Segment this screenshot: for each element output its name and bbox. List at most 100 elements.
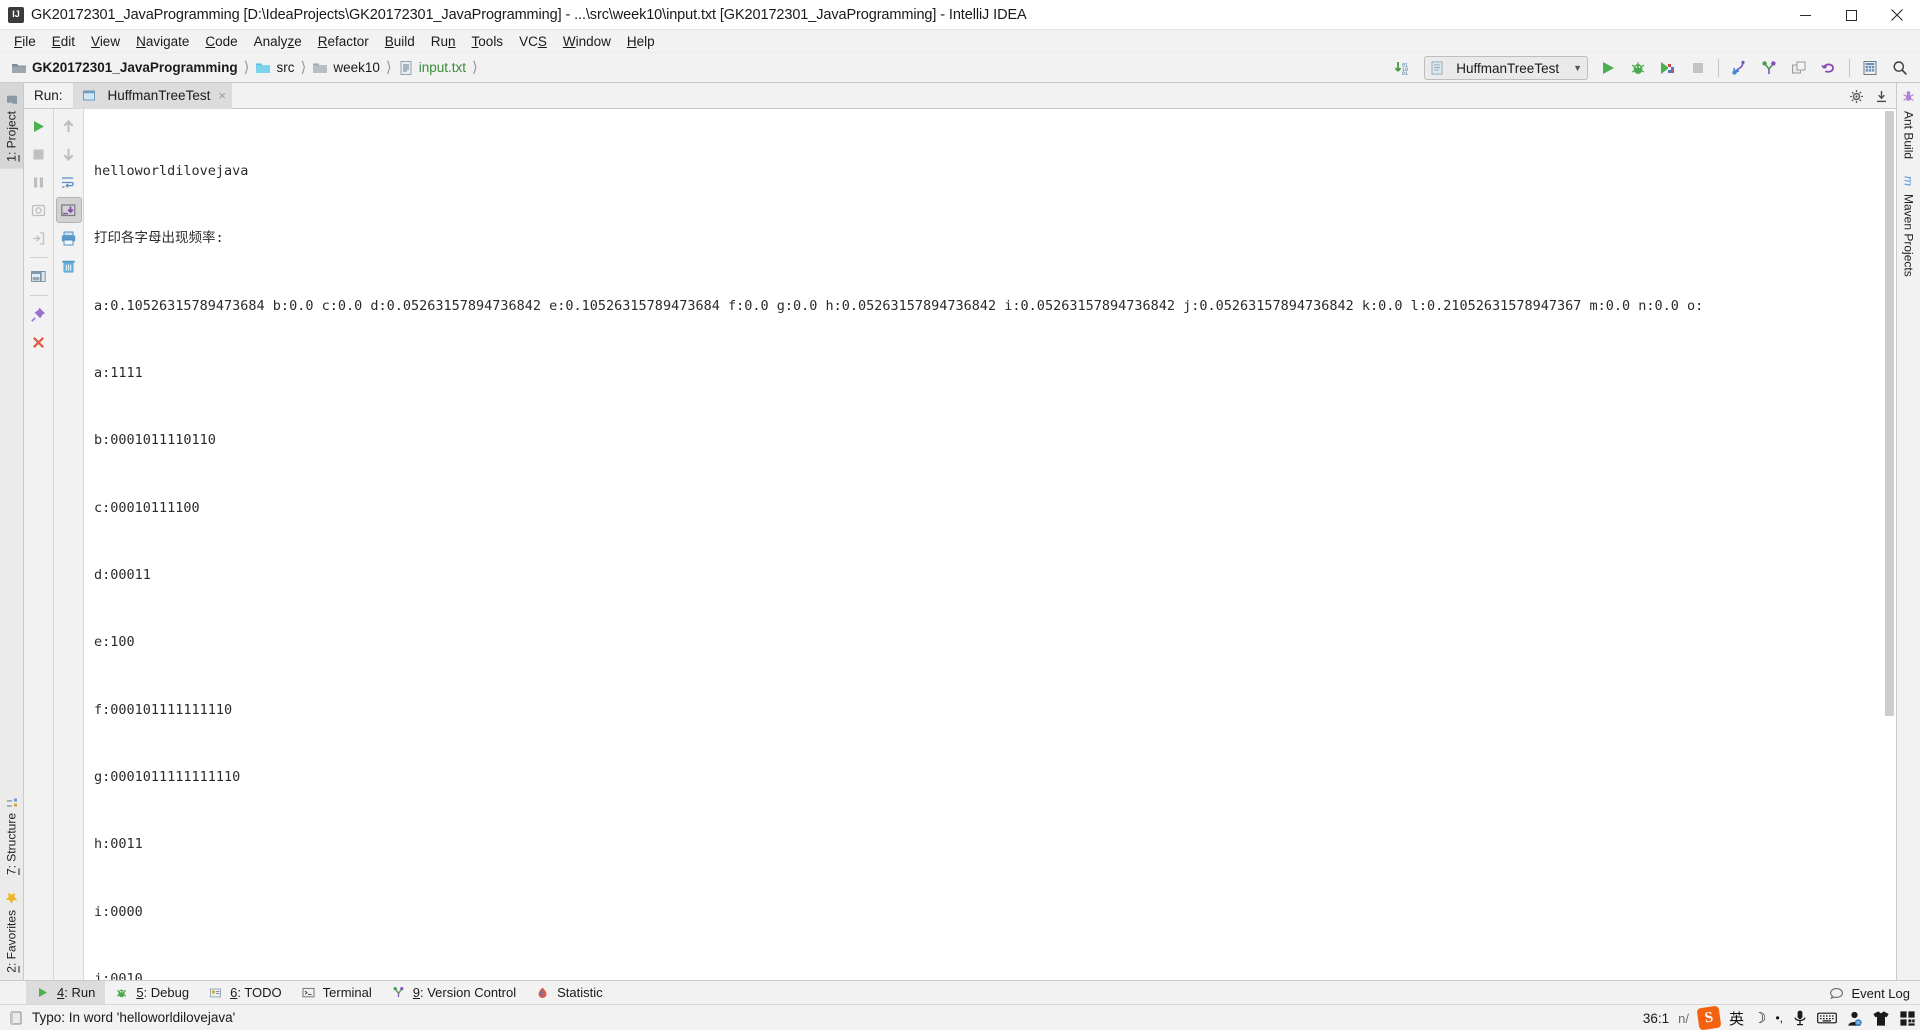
right-tool-strip: Ant Build m Maven Projects — [1896, 83, 1920, 980]
debug-button[interactable] — [1624, 55, 1652, 81]
tool-strip-label: 1: Project — [4, 111, 19, 162]
menu-refactor[interactable]: Refactor — [310, 32, 377, 51]
stop-button[interactable] — [1684, 55, 1712, 81]
menu-view[interactable]: View — [83, 32, 128, 51]
sogou-ime-icon[interactable]: S — [1696, 1005, 1722, 1030]
intellij-window: IJ GK20172301_JavaProgramming [D:\IdeaPr… — [0, 0, 1920, 1030]
breadcrumb-label: src — [276, 60, 295, 75]
menu-navigate[interactable]: Navigate — [128, 32, 197, 51]
rerun-button[interactable] — [26, 113, 52, 139]
bottom-tab-version-control[interactable]: 9: Version Control — [382, 981, 526, 1004]
update-project-vcs-button[interactable] — [1725, 55, 1753, 81]
menu-tools[interactable]: Tools — [464, 32, 512, 51]
bottom-tab-run[interactable]: 4: Run — [26, 981, 106, 1004]
run-button[interactable] — [1594, 55, 1622, 81]
exit-button[interactable] — [26, 225, 52, 251]
ime-punctuation-icon[interactable]: •, — [1775, 1011, 1783, 1025]
up-stacktrace-button[interactable] — [56, 113, 82, 139]
stop-button[interactable] — [26, 141, 52, 167]
ime-skin-icon[interactable] — [1872, 1010, 1890, 1027]
svg-text:01: 01 — [1402, 71, 1408, 77]
ime-moon-icon[interactable]: ☽ — [1753, 1009, 1766, 1027]
commit-button[interactable] — [1755, 55, 1783, 81]
event-log-icon — [1829, 986, 1845, 1001]
run-with-coverage-button[interactable] — [1654, 55, 1682, 81]
soft-wrap-button[interactable] — [56, 169, 82, 195]
bottom-tab-label: Statistic — [557, 985, 603, 1000]
bottom-tab-debug[interactable]: 5: Debug — [105, 981, 199, 1004]
scroll-to-end-button[interactable] — [55, 197, 82, 223]
menu-edit[interactable]: Edit — [44, 32, 83, 51]
bottom-tab-todo[interactable]: 6: TODO — [199, 981, 292, 1004]
menu-vcs[interactable]: VCS — [511, 32, 555, 51]
hide-window-icon[interactable] — [1870, 85, 1892, 107]
close-button[interactable] — [26, 329, 52, 355]
ime-toolbox-icon[interactable] — [1899, 1010, 1916, 1027]
clear-all-button[interactable] — [56, 253, 82, 279]
close-button[interactable] — [1874, 0, 1920, 30]
console-line: f:000101111111110 — [94, 701, 233, 718]
breadcrumb-item-project[interactable]: GK20172301_JavaProgramming — [8, 59, 241, 77]
bottom-tab-label: 6: TODO — [230, 985, 282, 1000]
rollback-button[interactable] — [1815, 55, 1843, 81]
pin-tab-button[interactable] — [26, 301, 52, 327]
settings-gear-icon[interactable] — [1845, 85, 1867, 107]
menu-run[interactable]: Run — [423, 32, 464, 51]
console-text: helloworldilovejava 打印各字母出现频率: a:0.10526… — [84, 109, 1896, 980]
menu-build[interactable]: Build — [377, 32, 423, 51]
menu-file[interactable]: File — [6, 32, 44, 51]
restore-layout-button[interactable] — [26, 263, 52, 289]
dump-threads-button[interactable] — [26, 197, 52, 223]
minimize-button[interactable] — [1782, 0, 1828, 30]
breadcrumb-item-file[interactable]: input.txt — [395, 59, 469, 77]
settings-button[interactable] — [1856, 55, 1884, 81]
console-scrollbar[interactable] — [1883, 109, 1896, 980]
print-button[interactable] — [56, 225, 82, 251]
menu-window[interactable]: Window — [555, 32, 619, 51]
sidebar-item-structure[interactable]: 7: Structure — [0, 785, 23, 882]
encoding-label[interactable]: n/ — [1678, 1011, 1689, 1026]
project-icon — [11, 60, 27, 76]
pause-output-button[interactable] — [26, 169, 52, 195]
breadcrumb-item-src[interactable]: src — [252, 59, 297, 77]
bottom-tab-terminal[interactable]: Terminal — [292, 981, 382, 1004]
search-everywhere-button[interactable] — [1886, 55, 1914, 81]
toolbar-separator — [1849, 59, 1850, 77]
run-tool-window: Run: HuffmanTreeTest × helloworldiloveja… — [24, 82, 1896, 980]
run-actions-toolbar — [24, 109, 54, 980]
update-project-button[interactable]: 01 10 01 — [1388, 55, 1416, 81]
status-bar: Typo: In word 'helloworldilovejava' 36:1… — [0, 1004, 1920, 1030]
sidebar-item-ant-build[interactable]: Ant Build — [1897, 83, 1920, 166]
breadcrumb-separator: ⟩ — [300, 60, 307, 76]
menu-analyze[interactable]: Analyze — [246, 32, 310, 51]
caret-position[interactable]: 36:1 — [1643, 1011, 1669, 1026]
menu-code[interactable]: Code — [197, 32, 245, 51]
run-configuration-selector[interactable]: HuffmanTreeTest ▼ — [1424, 56, 1588, 80]
scrollbar-thumb[interactable] — [1885, 111, 1894, 716]
console-line: g:0001011111111110 — [94, 769, 241, 785]
status-bar-right: 36:1 n/ S 英 ☽ •, IE — [1643, 1005, 1916, 1030]
run-tab-huffmantreetest[interactable]: HuffmanTreeTest × — [72, 82, 232, 109]
breadcrumb-item-week10[interactable]: week10 — [309, 59, 383, 77]
sidebar-item-project[interactable]: 1: Project — [0, 83, 23, 169]
event-log-button[interactable]: Event Log — [1829, 981, 1910, 1005]
status-message: Typo: In word 'helloworldilovejava' — [32, 1010, 236, 1025]
ime-chinese-icon[interactable]: 英 — [1729, 1008, 1744, 1029]
maximize-button[interactable] — [1828, 0, 1874, 30]
microphone-icon[interactable] — [1792, 1009, 1808, 1027]
sidebar-item-maven-projects[interactable]: m Maven Projects — [1897, 166, 1920, 284]
ime-user-icon[interactable]: IE — [1846, 1010, 1863, 1027]
menu-help[interactable]: Help — [619, 32, 663, 51]
keyboard-icon[interactable] — [1817, 1011, 1837, 1025]
breadcrumb-label: input.txt — [418, 60, 467, 75]
console-line: helloworldilovejava — [94, 162, 249, 179]
down-stacktrace-button[interactable] — [56, 141, 82, 167]
window-controls — [1782, 0, 1920, 30]
console-line: h:0011 — [94, 836, 143, 853]
sidebar-item-favorites[interactable]: 2: Favorites — [0, 882, 23, 980]
bottom-tab-statistic[interactable]: Statistic — [526, 981, 613, 1004]
compare-with-branch-button[interactable] — [1785, 55, 1813, 81]
close-icon[interactable]: × — [216, 88, 226, 103]
console-output-area[interactable]: helloworldilovejava 打印各字母出现频率: a:0.10526… — [84, 109, 1896, 980]
breadcrumb-separator: ⟩ — [243, 60, 250, 76]
